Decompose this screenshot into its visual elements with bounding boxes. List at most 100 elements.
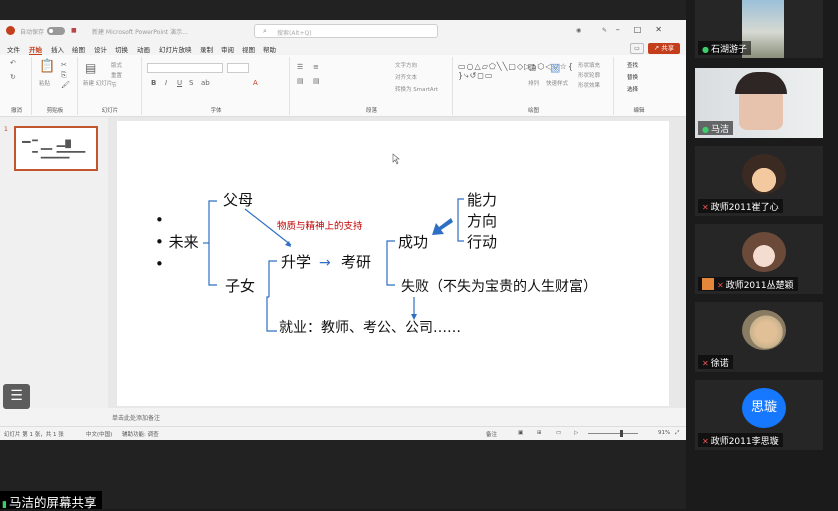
slide-thumbnail[interactable] xyxy=(14,126,98,171)
shadow-icon[interactable]: S xyxy=(189,79,193,87)
menu-slideshow[interactable]: 幻灯片放映 xyxy=(159,44,192,54)
slideshow-view-icon[interactable]: ▷ xyxy=(574,430,578,436)
comments-button[interactable]: ▭ xyxy=(630,43,644,54)
normal-view-icon[interactable]: ▣ xyxy=(518,430,523,436)
bullet-future: • 未来 xyxy=(155,233,199,251)
bullet-3: • xyxy=(155,255,164,273)
menu-record[interactable]: 录制 xyxy=(200,44,213,54)
search-input[interactable]: ⌕ 搜索(Alt+Q) xyxy=(254,24,438,38)
slide-canvas[interactable]: • • 未来 • 父母 子女 升学 考研 成功 能力 方向 行动 失败（不失为宝… xyxy=(117,121,669,406)
cut-icon[interactable]: ✂ xyxy=(61,61,67,69)
align-text-button[interactable]: 对齐文本 xyxy=(395,73,417,81)
avatar xyxy=(742,154,786,194)
node-parents: 父母 xyxy=(223,191,253,209)
menu-review[interactable]: 审阅 xyxy=(221,44,234,54)
align-left-icon[interactable]: ▤ xyxy=(297,77,304,85)
slide-thumbnail-preview xyxy=(22,139,86,159)
convert-smartart-button[interactable]: 转换为 SmartArt xyxy=(395,85,438,93)
participant-tile[interactable]: ✕ 徐诺 xyxy=(695,302,823,372)
menu-animations[interactable]: 动画 xyxy=(137,44,150,54)
participant-tile[interactable]: ✕ 政师2011崔了心 xyxy=(695,146,823,216)
menu-file[interactable]: 文件 xyxy=(7,44,20,54)
participant-tile[interactable]: ● 马洁 xyxy=(695,68,823,138)
fit-slide-icon[interactable]: ⤢ xyxy=(675,430,679,437)
font-color-icon[interactable]: A xyxy=(253,79,258,87)
node-ability: 能力 xyxy=(467,191,497,209)
select-button[interactable]: 选择 xyxy=(627,85,638,93)
shape-effects-button[interactable]: 形状效果 xyxy=(578,81,600,89)
paste-icon[interactable]: 📋 xyxy=(39,59,55,74)
bold-icon[interactable]: B xyxy=(151,79,156,87)
language-indicator[interactable]: 中文(中国) xyxy=(86,430,112,438)
format-painter-icon[interactable]: 🖌 xyxy=(61,81,70,89)
shape-fill-button[interactable]: 形状填充 xyxy=(578,61,600,69)
menu-design[interactable]: 设计 xyxy=(94,44,107,54)
screen-share-banner: ▮ 马洁的屏幕共享 xyxy=(0,491,103,510)
numbering-icon[interactable]: ≡ xyxy=(313,63,319,71)
support-label: 物质与精神上的支持 xyxy=(277,220,363,232)
zoom-slider-handle[interactable] xyxy=(620,430,623,437)
bullet-1: • xyxy=(155,211,164,229)
block-arrow-icon xyxy=(432,218,453,235)
mouse-cursor-icon xyxy=(392,153,400,165)
font-name-dropdown[interactable] xyxy=(147,63,223,73)
shapes-gallery[interactable]: ▭○△▱⬠╲╲▢◇▷⌂⬡◁▽☆{ }⤷↺◻▭ xyxy=(458,62,573,102)
reading-view-icon[interactable]: ▭ xyxy=(556,430,561,436)
menu-draw[interactable]: 绘图 xyxy=(72,44,85,54)
participant-tile[interactable]: 思璇 ✕ 政师2011李思璇 xyxy=(695,380,823,450)
quick-styles-icon[interactable]: ▧ xyxy=(550,61,560,74)
redo-icon[interactable]: ↻ xyxy=(10,73,16,81)
avatar xyxy=(742,310,786,350)
bullets-icon[interactable]: ☰ xyxy=(297,63,303,71)
copy-icon[interactable]: ⎘ xyxy=(61,71,67,80)
connector-lines xyxy=(203,198,464,332)
section-button[interactable]: 节 xyxy=(111,81,117,89)
reset-button[interactable]: 重置 xyxy=(111,71,122,79)
floating-menu-button[interactable]: ☰ xyxy=(3,384,30,409)
menu-transitions[interactable]: 切换 xyxy=(115,44,128,54)
pen-icon[interactable]: ✎ xyxy=(602,27,607,34)
text-direction-button[interactable]: 文字方向 xyxy=(395,61,417,69)
autosave-toggle[interactable] xyxy=(47,27,65,35)
participant-tile[interactable]: ● 石湖游子 xyxy=(695,0,823,58)
participant-tile[interactable]: ✕ 政师2011丛楚颖 xyxy=(695,224,823,294)
new-slide-icon[interactable]: ▤ xyxy=(85,61,96,75)
font-size-dropdown[interactable] xyxy=(227,63,249,73)
mic-on-icon: ● xyxy=(702,45,709,54)
ribbon-group-slides: ▤ 新建 幻灯片 版式 重置 节 幻灯片 xyxy=(79,57,142,115)
align-center-icon[interactable]: ▤ xyxy=(313,77,320,85)
replace-button[interactable]: 替换 xyxy=(627,73,638,81)
menu-view[interactable]: 视图 xyxy=(242,44,255,54)
zoom-level[interactable]: 91% xyxy=(658,430,670,436)
notes-pane[interactable]: 单击此处添加备注 xyxy=(0,408,686,426)
find-button[interactable]: 查找 xyxy=(627,61,638,69)
menu-help[interactable]: 帮助 xyxy=(263,44,276,54)
undo-icon[interactable]: ↶ xyxy=(10,59,16,67)
participant-name: 马洁 xyxy=(710,125,729,135)
arrange-icon[interactable]: ⧉ xyxy=(528,61,536,75)
shape-outline-button[interactable]: 形状轮廓 xyxy=(578,71,600,79)
sorter-view-icon[interactable]: ⊞ xyxy=(537,430,542,436)
window-controls[interactable]: –□✕ xyxy=(616,25,676,34)
menu-insert[interactable]: 插入 xyxy=(51,44,64,54)
save-icon[interactable]: ■ xyxy=(71,27,77,34)
node-failure: 失败（不失为宝贵的人生财富） xyxy=(401,278,597,295)
menu-bar: 文件 开始 插入 绘图 设计 切换 动画 幻灯片放映 录制 审阅 视图 帮助 ▭… xyxy=(0,42,686,55)
strikethrough-icon[interactable]: ab xyxy=(201,79,210,87)
accessibility-indicator[interactable]: 辅助功能: 调查 xyxy=(122,430,159,438)
notes-toggle[interactable]: 备注 xyxy=(486,430,497,438)
powerpoint-window: 自动保存 ■ 新建 Microsoft PowerPoint 演示... ⌕ 搜… xyxy=(0,20,686,440)
document-title: 新建 Microsoft PowerPoint 演示... xyxy=(92,29,188,36)
share-button[interactable]: ↗ 共享 xyxy=(648,43,680,54)
italic-icon[interactable]: I xyxy=(165,79,167,87)
node-action: 行动 xyxy=(467,233,497,251)
node-employment: 就业：教师、考公、公司…… xyxy=(279,320,461,336)
shared-screen: 自动保存 ■ 新建 Microsoft PowerPoint 演示... ⌕ 搜… xyxy=(0,0,686,510)
user-avatar-icon[interactable]: ◉ xyxy=(576,27,581,34)
ribbon-group-editing: 查找 替换 选择 编辑 xyxy=(627,61,645,114)
layout-button[interactable]: 版式 xyxy=(111,61,122,69)
powerpoint-logo-icon xyxy=(6,26,15,35)
menu-home[interactable]: 开始 xyxy=(29,44,42,55)
zoom-slider[interactable] xyxy=(588,433,638,434)
underline-icon[interactable]: U xyxy=(177,79,182,87)
